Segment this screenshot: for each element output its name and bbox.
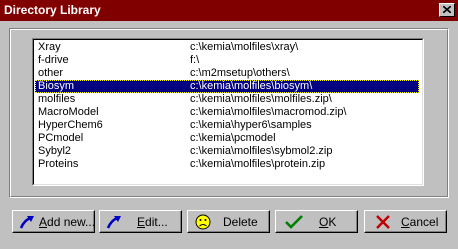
directory-name: Biosym (38, 80, 75, 92)
directory-name: other (38, 67, 64, 79)
list-item[interactable]: HyperChem6 c:\kemia\hyper6\samples (35, 119, 419, 132)
cancel-button-label: Cancel (401, 215, 439, 229)
blue-arrow-icon (105, 214, 123, 233)
directory-name: HyperChem6 (38, 119, 103, 131)
delete-button-label: Delete (223, 215, 258, 229)
directory-name: f-drive (38, 54, 69, 66)
directory-path: c:\kemia\molfiles\protein.zip (190, 158, 326, 170)
directory-path: c:\kemia\molfiles\sybmol2.zip (190, 145, 333, 157)
list-item[interactable]: Biosym c:\kemia\molfiles\biosym\ (35, 80, 419, 93)
list-item[interactable]: PCmodel c:\kemia\pcmodel (35, 132, 419, 145)
directory-list[interactable]: Xray c:\kemia\molfiles\xray\ f-drive f:\ oth… (32, 38, 424, 186)
add-new-button[interactable]: Add new... (12, 210, 95, 233)
cancel-button[interactable]: Cancel (364, 210, 447, 233)
red-x-icon (375, 214, 391, 233)
blue-arrow-icon (18, 214, 36, 233)
directory-path: c:\kemia\molfiles\biosym\ (190, 80, 313, 92)
directory-path: c:\m2msetup\others\ (190, 67, 290, 79)
directory-path: c:\kemia\pcmodel (190, 132, 276, 144)
edit-button[interactable]: Edit... (99, 210, 182, 233)
sad-face-icon (195, 214, 211, 233)
list-item[interactable]: molfiles c:\kemia\molfiles\molfiles.zip\ (35, 93, 419, 106)
list-item[interactable]: f-drive f:\ (35, 54, 419, 67)
directory-path: c:\kemia\molfiles\molfiles.zip\ (190, 93, 332, 105)
directory-library-dialog: Directory Library Xray c:\kemia\molfiles\… (0, 0, 458, 249)
directory-name: Sybyl2 (38, 145, 72, 157)
directory-name: Proteins (38, 158, 79, 170)
directory-path: f:\ (190, 54, 200, 66)
title-bar[interactable]: Directory Library (0, 0, 458, 21)
close-button[interactable] (439, 3, 455, 17)
add-new-button-label: Add new... (39, 215, 96, 229)
ok-button-label: OK (319, 215, 337, 229)
directory-path: c:\kemia\hyper6\samples (190, 119, 312, 131)
window-title: Directory Library (4, 3, 101, 17)
list-item[interactable]: other c:\m2msetup\others\ (35, 67, 419, 80)
directory-name: MacroModel (38, 106, 99, 118)
directory-path: c:\kemia\molfiles\macromod.zip\ (190, 106, 347, 118)
directory-name: Xray (38, 41, 61, 53)
ok-button[interactable]: OK (275, 210, 358, 233)
list-item[interactable]: Xray c:\kemia\molfiles\xray\ (35, 41, 419, 54)
list-item[interactable]: Sybyl2 c:\kemia\molfiles\sybmol2.zip (35, 145, 419, 158)
edit-button-label: Edit... (137, 215, 168, 229)
list-item[interactable]: Proteins c:\kemia\molfiles\protein.zip (35, 158, 419, 171)
directory-name: PCmodel (38, 132, 84, 144)
directory-path: c:\kemia\molfiles\xray\ (190, 41, 299, 53)
green-check-icon (285, 214, 303, 233)
list-item[interactable]: MacroModel c:\kemia\molfiles\macromod.zip… (35, 106, 419, 119)
directory-name: molfiles (38, 93, 76, 105)
close-icon (443, 6, 451, 13)
delete-button[interactable]: Delete (187, 210, 270, 233)
